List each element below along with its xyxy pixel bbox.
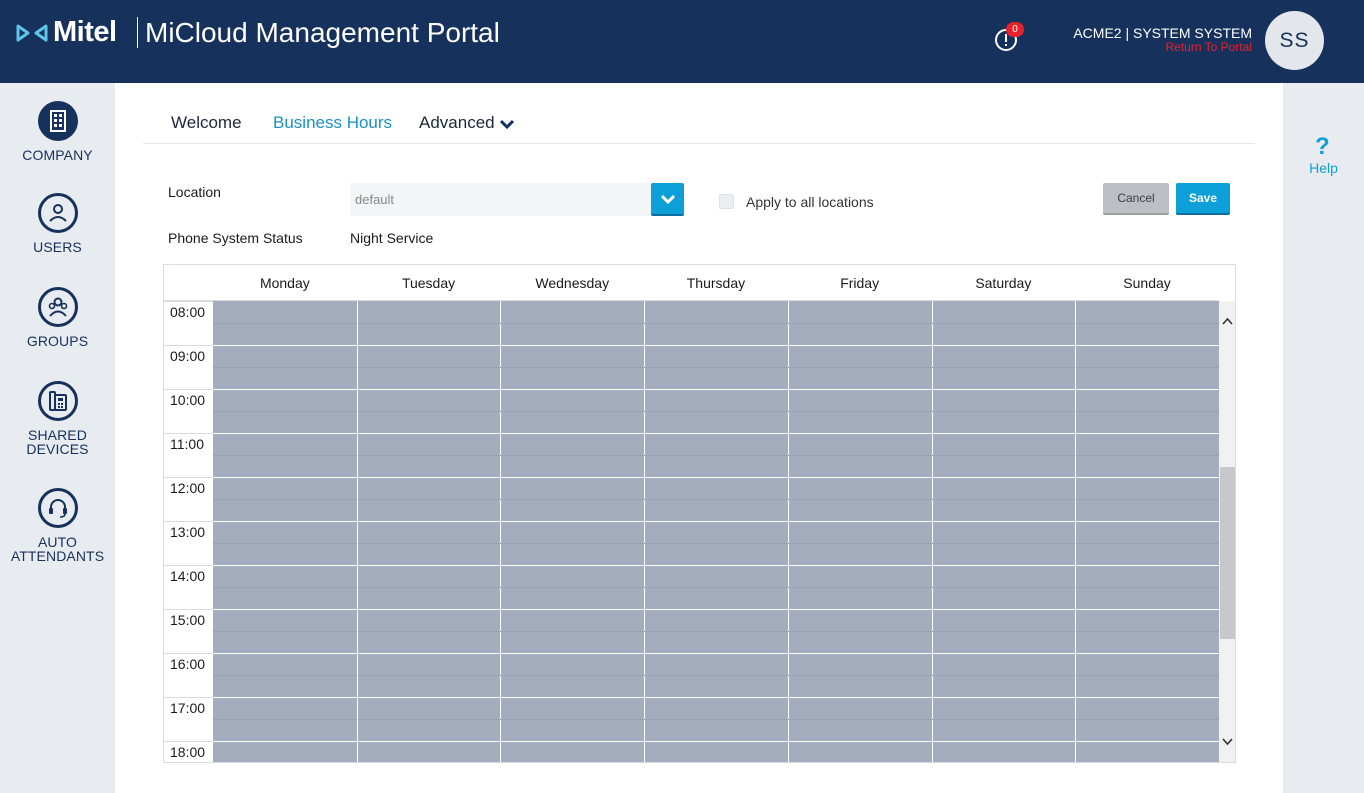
chevron-down-icon <box>660 194 675 204</box>
grid-hour-divider <box>213 433 1219 434</box>
portal-title: MiCloud Management Portal <box>145 17 500 48</box>
grid-hour-divider <box>213 697 1219 698</box>
left-nav: COMPANY USERS GROUPS SHARED DEVICES AUTO… <box>0 83 115 793</box>
user-avatar[interactable]: SS <box>1265 11 1324 70</box>
grid-hour-divider <box>213 345 1219 346</box>
building-icon <box>37 101 78 141</box>
nav-item-shared-devices[interactable]: SHARED DEVICES <box>0 381 115 456</box>
tab-advanced-label: Advanced <box>419 113 495 132</box>
grid-half-hour-divider <box>213 323 1219 324</box>
time-label: 11:00 <box>164 433 213 477</box>
grid-column-divider <box>644 301 645 762</box>
save-button[interactable]: Save <box>1176 183 1230 215</box>
grid-half-hour-divider <box>213 631 1219 632</box>
time-label: 18:00 <box>164 741 213 762</box>
time-label: 15:00 <box>164 609 213 653</box>
app-header: Mitel MiCloud Management Portal 0 ACME2 … <box>0 0 1364 83</box>
time-label: 13:00 <box>164 521 213 565</box>
grid-half-hour-divider <box>213 587 1219 588</box>
grid-column-divider <box>788 301 789 762</box>
day-header-monday: Monday <box>259 275 310 291</box>
status-label: Phone System Status <box>168 230 303 246</box>
schedule-scrollbar[interactable] <box>1219 301 1235 762</box>
time-label: 14:00 <box>164 565 213 609</box>
location-select[interactable]: default <box>350 183 684 216</box>
mitel-logo-icon <box>16 24 48 41</box>
user-name: ACME2 | SYSTEM SYSTEM <box>1073 25 1252 41</box>
grid-hour-divider <box>213 653 1219 654</box>
mitel-logo[interactable]: Mitel <box>16 16 117 49</box>
chevron-down-icon <box>499 119 514 129</box>
grid-column-divider <box>500 301 501 762</box>
grid-hour-divider <box>213 741 1219 742</box>
day-header-tuesday: Tuesday <box>401 275 456 291</box>
scroll-up-icon[interactable] <box>1222 317 1233 325</box>
day-header-row: Monday Tuesday Wednesday Thursday Friday Satu… <box>164 265 1219 301</box>
return-to-portal-link[interactable]: Return To Portal <box>1166 40 1253 54</box>
tab-advanced[interactable]: Advanced <box>419 113 514 133</box>
tab-welcome[interactable]: Welcome <box>171 113 242 133</box>
nav-label-groups: GROUPS <box>26 333 89 349</box>
grid-hour-divider <box>213 389 1219 390</box>
help-link[interactable]: Help <box>1283 160 1364 176</box>
group-icon <box>37 287 78 327</box>
business-hours-schedule: Monday Tuesday Wednesday Thursday Friday Satu… <box>163 264 1236 763</box>
grid-hour-divider <box>213 477 1219 478</box>
nav-item-groups[interactable]: GROUPS <box>0 287 115 348</box>
apply-all-label: Apply to all locations <box>746 194 874 210</box>
grid-half-hour-divider <box>213 455 1219 456</box>
grid-hour-divider <box>213 521 1219 522</box>
day-header-sunday: Sunday <box>1123 275 1171 291</box>
nav-label-devices: DEVICES <box>26 441 89 457</box>
grid-hour-divider <box>213 609 1219 610</box>
grid-column-divider <box>1075 301 1076 762</box>
scroll-thumb[interactable] <box>1220 467 1235 639</box>
grid-hour-divider <box>213 565 1219 566</box>
day-header-thursday: Thursday <box>686 275 746 291</box>
right-help-bar: ? Help <box>1283 83 1364 793</box>
day-header-saturday: Saturday <box>975 275 1032 291</box>
time-label: 09:00 <box>164 345 213 389</box>
nav-item-company[interactable]: COMPANY <box>0 101 115 162</box>
desk-phone-icon <box>37 381 78 421</box>
grid-half-hour-divider <box>213 499 1219 500</box>
nav-item-users[interactable]: USERS <box>0 193 115 254</box>
time-label: 17:00 <box>164 697 213 741</box>
nav-label-company: COMPANY <box>22 147 93 163</box>
time-label: 10:00 <box>164 389 213 433</box>
cancel-button[interactable]: Cancel <box>1103 183 1169 215</box>
location-label: Location <box>168 184 221 200</box>
time-label: 12:00 <box>164 477 213 521</box>
nav-label-auto: AUTO <box>37 534 78 550</box>
grid-column-divider <box>932 301 933 762</box>
day-header-friday: Friday <box>840 275 880 291</box>
location-value: default <box>355 192 395 207</box>
apply-all-checkbox[interactable] <box>719 194 734 209</box>
header-divider <box>137 17 138 48</box>
day-header-wednesday: Wednesday <box>535 275 610 291</box>
schedule-grid[interactable] <box>213 301 1219 762</box>
grid-half-hour-divider <box>213 675 1219 676</box>
nav-label-users: USERS <box>33 239 82 255</box>
tab-bar: Welcome Business Hours Advanced <box>143 103 1255 144</box>
nav-item-auto-attendants[interactable]: AUTO ATTENDANTS <box>0 488 115 563</box>
time-label: 08:00 <box>164 301 213 345</box>
logo-text: Mitel <box>53 16 117 48</box>
time-label: 16:00 <box>164 653 213 697</box>
grid-half-hour-divider <box>213 367 1219 368</box>
scroll-down-icon[interactable] <box>1222 738 1233 746</box>
grid-half-hour-divider <box>213 411 1219 412</box>
grid-column-divider <box>357 301 358 762</box>
tab-business-hours[interactable]: Business Hours <box>273 113 392 133</box>
status-value: Night Service <box>350 230 434 246</box>
nav-label-attendants: ATTENDANTS <box>10 548 105 564</box>
location-dropdown-button[interactable] <box>651 183 684 216</box>
grid-half-hour-divider <box>213 719 1219 720</box>
alert-count-badge: 0 <box>1006 22 1024 37</box>
grid-half-hour-divider <box>213 543 1219 544</box>
user-icon <box>37 193 78 233</box>
nav-label-shared: SHARED <box>28 427 87 443</box>
headset-icon <box>37 488 78 528</box>
question-icon[interactable]: ? <box>1315 133 1330 161</box>
